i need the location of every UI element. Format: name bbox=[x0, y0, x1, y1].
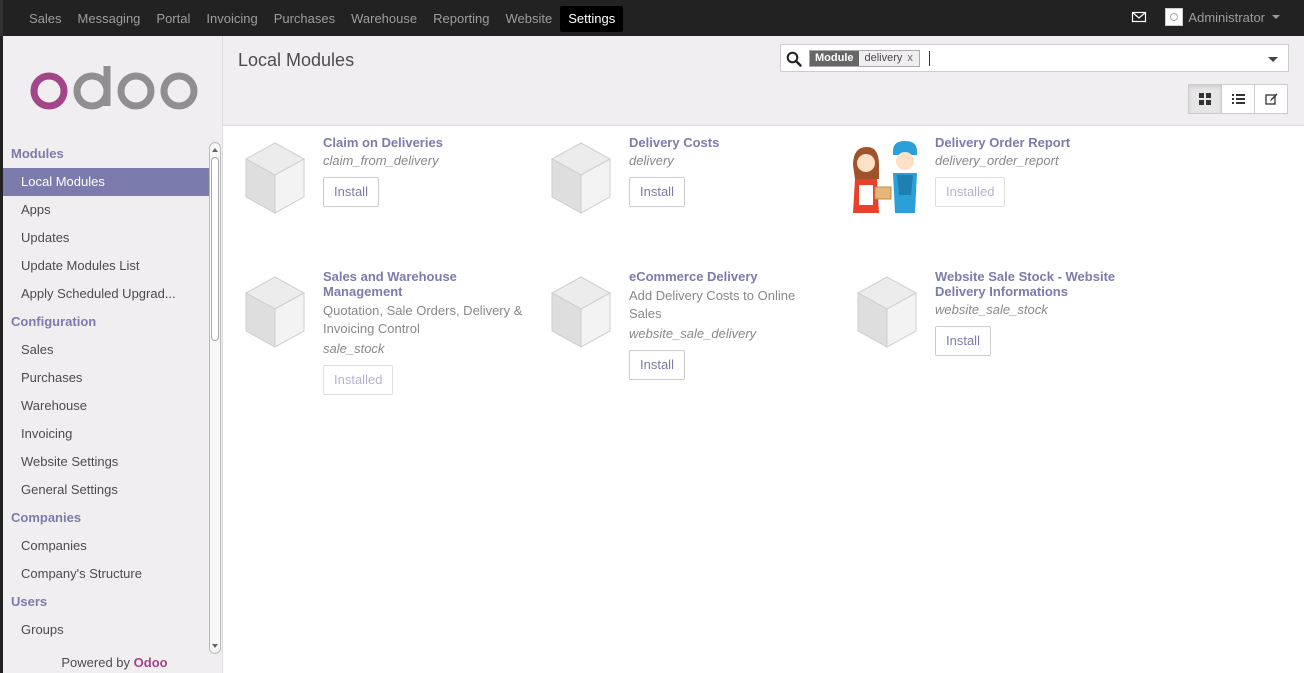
module-card[interactable]: Website Sale Stock - Website Delivery In… bbox=[835, 261, 1135, 391]
user-area: Administrator bbox=[1131, 8, 1280, 26]
module-card[interactable]: Claim on Deliveries claim_from_delivery … bbox=[223, 127, 523, 257]
sidebar-item-company-structure[interactable]: Company's Structure bbox=[3, 560, 209, 588]
form-view-button[interactable] bbox=[1254, 84, 1288, 114]
module-card[interactable]: eCommerce Delivery Add Delivery Costs to… bbox=[529, 261, 829, 391]
sidebar-item-general-settings[interactable]: General Settings bbox=[3, 476, 209, 504]
top-menu-purchases[interactable]: Purchases bbox=[266, 6, 343, 32]
module-card[interactable]: Delivery Costs delivery Install bbox=[529, 127, 829, 257]
sidebar-item-updates[interactable]: Updates bbox=[3, 224, 209, 252]
module-technical-name: website_sale_stock bbox=[935, 302, 1048, 317]
install-button[interactable]: Install bbox=[629, 177, 685, 207]
module-placeholder-icon bbox=[550, 142, 612, 214]
facet-remove-icon[interactable]: x bbox=[907, 52, 913, 64]
top-menu-warehouse[interactable]: Warehouse bbox=[343, 6, 425, 32]
list-icon bbox=[1231, 94, 1245, 104]
install-button[interactable]: Install bbox=[935, 326, 991, 356]
module-name[interactable]: Sales and Warehouse Management bbox=[323, 269, 523, 299]
sidebar-item-update-modules-list[interactable]: Update Modules List bbox=[3, 252, 209, 280]
edit-icon bbox=[1264, 93, 1277, 105]
installed-button[interactable]: Installed bbox=[323, 365, 394, 395]
module-summary: Quotation, Sale Orders, Delivery & Invoi… bbox=[323, 303, 523, 336]
sidebar-item-apply-scheduled-upgrades[interactable]: Apply Scheduled Upgrad... bbox=[3, 280, 209, 308]
facet-category: Module bbox=[810, 51, 859, 66]
scroll-up-arrow-icon[interactable] bbox=[212, 148, 218, 152]
top-menu-messaging[interactable]: Messaging bbox=[70, 6, 149, 32]
module-kanban: Claim on Deliveries claim_from_delivery … bbox=[223, 127, 1304, 673]
search-input[interactable] bbox=[929, 51, 930, 66]
powered-by: Powered by Odoo bbox=[3, 655, 226, 670]
user-name[interactable]: Administrator bbox=[1188, 10, 1265, 25]
module-placeholder-icon bbox=[550, 276, 612, 348]
sidebar-item-invoicing[interactable]: Invoicing bbox=[3, 420, 209, 448]
powered-by-brand-link[interactable]: Odoo bbox=[134, 655, 168, 670]
chevron-down-icon[interactable] bbox=[1272, 15, 1280, 19]
install-button[interactable]: Install bbox=[629, 350, 685, 380]
top-menu-invoicing[interactable]: Invoicing bbox=[198, 6, 265, 32]
top-menu-sales[interactable]: Sales bbox=[21, 6, 70, 32]
facet-value: delivery x bbox=[858, 51, 919, 66]
view-switcher bbox=[1188, 84, 1288, 114]
sidebar-item-local-modules[interactable]: Local Modules bbox=[3, 168, 209, 196]
menu-header-modules: Modules bbox=[11, 146, 64, 161]
sidebar-item-warehouse[interactable]: Warehouse bbox=[3, 392, 209, 420]
module-name[interactable]: Delivery Order Report bbox=[935, 135, 1135, 150]
search-box[interactable]: Module delivery x bbox=[780, 44, 1289, 72]
top-menu: Sales Messaging Portal Invoicing Purchas… bbox=[21, 6, 624, 32]
top-navbar: Sales Messaging Portal Invoicing Purchas… bbox=[0, 0, 1304, 36]
module-card[interactable]: Sales and Warehouse Management Quotation… bbox=[223, 261, 523, 395]
sidebar: Modules Local Modules Apps Updates Updat… bbox=[0, 36, 223, 673]
scrollbar-thumb[interactable] bbox=[211, 157, 219, 341]
module-name[interactable]: Claim on Deliveries bbox=[323, 135, 523, 150]
page-title: Local Modules bbox=[238, 50, 355, 70]
sidebar-menu: Modules Local Modules Apps Updates Updat… bbox=[3, 140, 209, 644]
module-name[interactable]: Delivery Costs bbox=[629, 135, 829, 150]
kanban-view-button[interactable] bbox=[1188, 84, 1222, 114]
module-technical-name: delivery_order_report bbox=[935, 153, 1059, 168]
delivery-people-icon bbox=[853, 141, 917, 213]
search-facet[interactable]: Module delivery x bbox=[809, 50, 920, 67]
module-placeholder-icon bbox=[244, 276, 306, 348]
module-summary: Add Delivery Costs to Online Sales bbox=[629, 288, 796, 321]
odoo-logo[interactable] bbox=[29, 66, 199, 116]
menu-header-companies: Companies bbox=[11, 510, 82, 525]
installed-button[interactable]: Installed bbox=[935, 177, 1006, 207]
module-technical-name: website_sale_delivery bbox=[629, 326, 757, 341]
scroll-down-arrow-icon[interactable] bbox=[212, 644, 218, 648]
sidebar-item-groups[interactable]: Groups bbox=[3, 616, 209, 644]
control-panel: Local Modules Module delivery x bbox=[223, 36, 1304, 126]
facet-value-text: delivery bbox=[864, 52, 903, 64]
module-card[interactable]: Delivery Order Report delivery_order_rep… bbox=[835, 127, 1135, 257]
module-technical-name: delivery bbox=[629, 153, 674, 168]
module-name[interactable]: eCommerce Delivery bbox=[629, 269, 829, 284]
search-icon bbox=[786, 51, 802, 67]
search-options-chevron-icon[interactable] bbox=[1268, 57, 1278, 62]
sidebar-item-website-settings[interactable]: Website Settings bbox=[3, 448, 209, 476]
top-menu-settings[interactable]: Settings bbox=[560, 6, 624, 32]
grid-icon bbox=[1199, 93, 1211, 105]
menu-header-configuration: Configuration bbox=[11, 314, 97, 329]
sidebar-scrollbar[interactable] bbox=[209, 142, 221, 654]
install-button[interactable]: Install bbox=[323, 177, 379, 207]
module-placeholder-icon bbox=[856, 276, 918, 348]
sidebar-item-companies[interactable]: Companies bbox=[3, 532, 209, 560]
module-technical-name: sale_stock bbox=[323, 341, 385, 356]
module-technical-name: claim_from_delivery bbox=[323, 153, 439, 168]
top-menu-portal[interactable]: Portal bbox=[148, 6, 198, 32]
avatar[interactable] bbox=[1165, 8, 1184, 26]
module-placeholder-icon bbox=[244, 142, 306, 214]
list-view-button[interactable] bbox=[1221, 84, 1255, 114]
menu-header-users: Users bbox=[11, 594, 48, 609]
sidebar-item-sales[interactable]: Sales bbox=[3, 336, 209, 364]
powered-by-label: Powered by bbox=[61, 655, 131, 670]
module-name[interactable]: Website Sale Stock - Website Delivery In… bbox=[935, 269, 1135, 299]
envelope-icon[interactable] bbox=[1131, 9, 1147, 25]
sidebar-item-purchases[interactable]: Purchases bbox=[3, 364, 209, 392]
top-menu-website[interactable]: Website bbox=[497, 6, 560, 32]
sidebar-item-apps[interactable]: Apps bbox=[3, 196, 209, 224]
top-menu-reporting[interactable]: Reporting bbox=[425, 6, 497, 32]
